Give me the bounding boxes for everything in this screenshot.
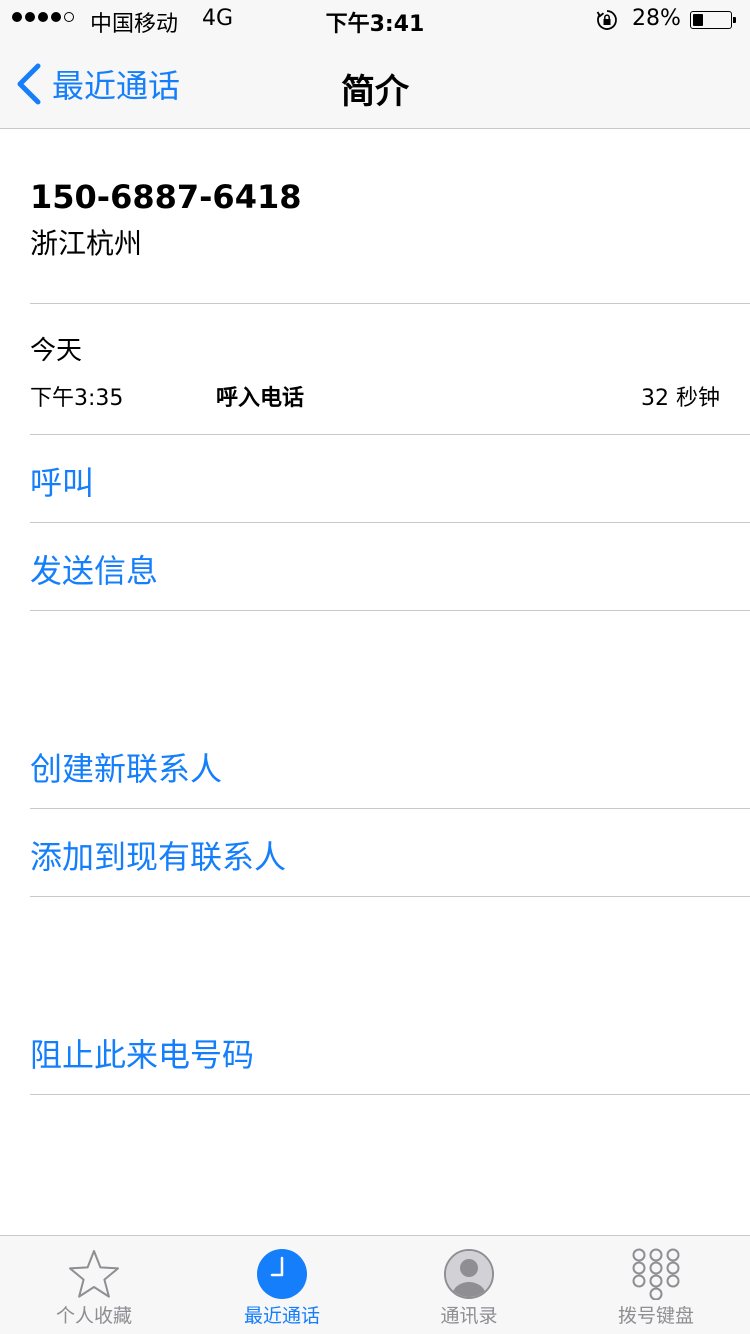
battery-icon — [690, 11, 736, 29]
status-bar: 中国移动 4G 下午3:41 28% — [0, 0, 750, 40]
caller-number: 150-6887-6418 — [30, 178, 302, 216]
divider — [30, 610, 750, 611]
send-message-button[interactable]: 发送信息 — [30, 546, 158, 592]
add-to-existing-contact-button[interactable]: 添加到现有联系人 — [30, 832, 286, 878]
tab-bar: 个人收藏 最近通话 通讯录 拨号键盘 — [0, 1235, 750, 1334]
tab-label: 拨号键盘 — [617, 1305, 694, 1327]
call-type: 呼入电话 — [216, 386, 305, 411]
call-time: 下午3:35 — [30, 386, 124, 411]
create-new-contact-button[interactable]: 创建新联系人 — [30, 744, 222, 790]
tab-contacts[interactable]: 通讯录 — [375, 1236, 563, 1334]
call-duration: 32 秒钟 — [641, 386, 720, 411]
call-date: 今天 — [30, 336, 83, 366]
keypad-icon — [632, 1248, 680, 1300]
contacts-icon — [444, 1249, 494, 1299]
tab-recents[interactable]: 最近通话 — [188, 1236, 376, 1334]
divider — [30, 896, 750, 897]
divider — [30, 303, 750, 304]
rotation-lock-icon — [596, 10, 617, 30]
navigation-bar: 最近通话 简介 — [0, 40, 750, 129]
divider — [30, 1094, 750, 1095]
tab-keypad[interactable]: 拨号键盘 — [562, 1236, 750, 1334]
star-icon — [69, 1250, 119, 1298]
call-button[interactable]: 呼叫 — [30, 458, 94, 504]
tab-label: 最近通话 — [243, 1305, 320, 1327]
tab-label: 个人收藏 — [55, 1305, 132, 1327]
tab-favorites[interactable]: 个人收藏 — [0, 1236, 188, 1334]
tab-label: 通讯录 — [440, 1305, 498, 1327]
divider — [30, 522, 750, 523]
clock-icon — [257, 1249, 307, 1299]
divider — [30, 434, 750, 435]
page-title: 简介 — [341, 72, 409, 112]
caller-location: 浙江杭州 — [30, 227, 143, 260]
divider — [30, 808, 750, 809]
battery-percentage: 28% — [632, 6, 681, 31]
block-caller-button[interactable]: 阻止此来电号码 — [30, 1030, 254, 1076]
